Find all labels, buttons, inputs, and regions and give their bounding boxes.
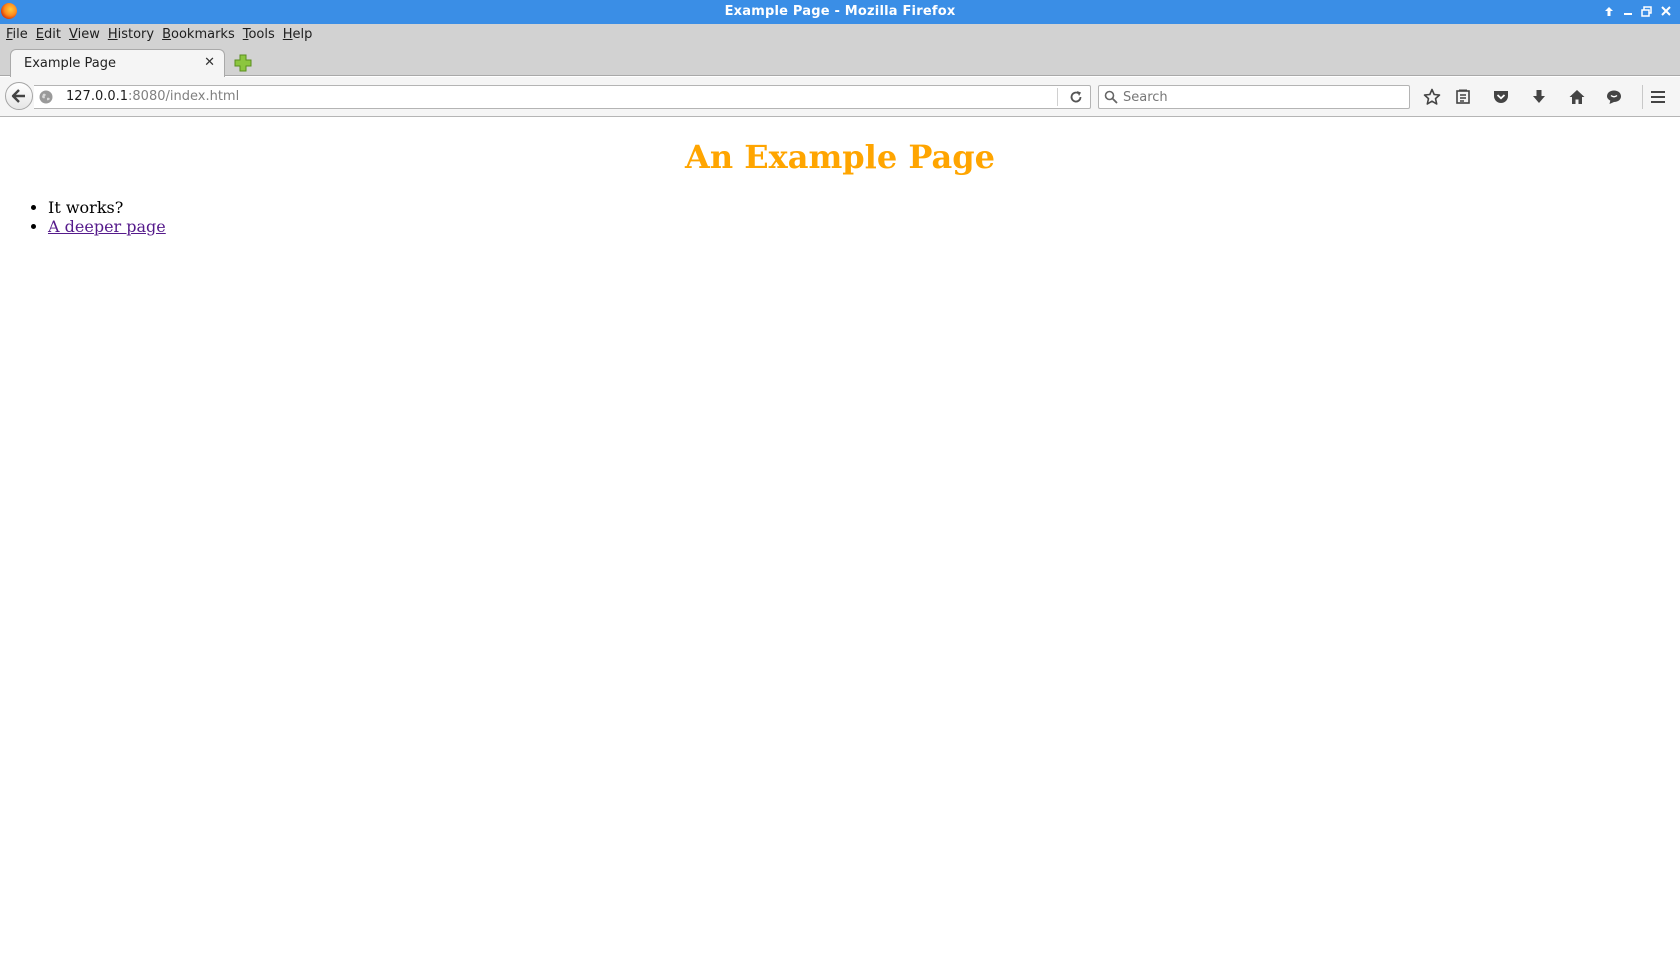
globe-icon[interactable] xyxy=(39,90,53,104)
page-list: It works? A deeper page xyxy=(8,198,166,236)
list-item: It works? xyxy=(48,198,166,217)
download-icon[interactable] xyxy=(1528,86,1550,108)
up-arrow-icon[interactable] xyxy=(1600,2,1617,20)
search-bar[interactable] xyxy=(1098,85,1410,109)
close-icon[interactable] xyxy=(1657,2,1674,20)
menu-help[interactable]: Help xyxy=(279,25,317,45)
page-content: An Example Page It works? A deeper page xyxy=(0,118,1680,960)
window-controls xyxy=(1600,2,1674,20)
url-host: 127.0.0.1 xyxy=(66,89,129,104)
navigation-toolbar: 127.0.0.1:8080/index.html xyxy=(0,77,1680,117)
maximize-icon[interactable] xyxy=(1638,2,1655,20)
menu-tools[interactable]: Tools xyxy=(239,25,279,45)
menu-view[interactable]: View xyxy=(65,25,104,45)
new-tab-plus-icon[interactable] xyxy=(233,53,253,73)
deeper-page-link[interactable]: A deeper page xyxy=(48,217,166,236)
menu-bar: File Edit View History Bookmarks Tools H… xyxy=(0,24,1680,46)
tab-strip: Example Page ✕ xyxy=(0,46,1680,77)
tab-label: Example Page xyxy=(24,56,117,71)
menu-bookmarks[interactable]: Bookmarks xyxy=(158,25,239,45)
tab-close-icon[interactable]: ✕ xyxy=(204,55,215,70)
tab-example-page[interactable]: Example Page ✕ xyxy=(10,49,225,77)
home-icon[interactable] xyxy=(1566,86,1588,108)
menu-file[interactable]: File xyxy=(2,25,32,45)
url-text[interactable]: 127.0.0.1:8080/index.html xyxy=(66,89,239,104)
reload-icon[interactable] xyxy=(1068,89,1084,105)
bookmark-star-icon[interactable] xyxy=(1421,86,1443,108)
menu-edit[interactable]: Edit xyxy=(32,25,65,45)
menu-history[interactable]: History xyxy=(104,25,158,45)
window-title-bar: Example Page - Mozilla Firefox xyxy=(0,0,1680,24)
pocket-icon[interactable] xyxy=(1490,86,1512,108)
search-icon xyxy=(1104,90,1118,104)
list-item-text: It works? xyxy=(48,198,124,217)
hamburger-menu-icon[interactable] xyxy=(1647,86,1669,108)
toolbar-separator xyxy=(1642,85,1643,109)
url-path: :8080/index.html xyxy=(128,89,240,104)
window-title: Example Page - Mozilla Firefox xyxy=(724,4,956,19)
page-heading: An Example Page xyxy=(685,138,995,176)
url-divider xyxy=(1057,88,1058,106)
url-bar[interactable]: 127.0.0.1:8080/index.html xyxy=(34,85,1091,109)
minimize-icon[interactable] xyxy=(1619,2,1636,20)
chat-icon[interactable] xyxy=(1603,86,1625,108)
reading-list-icon[interactable] xyxy=(1452,86,1474,108)
back-arrow-icon xyxy=(11,89,25,103)
list-item: A deeper page xyxy=(48,217,166,236)
back-button[interactable] xyxy=(5,82,33,110)
search-input[interactable] xyxy=(1121,87,1401,107)
